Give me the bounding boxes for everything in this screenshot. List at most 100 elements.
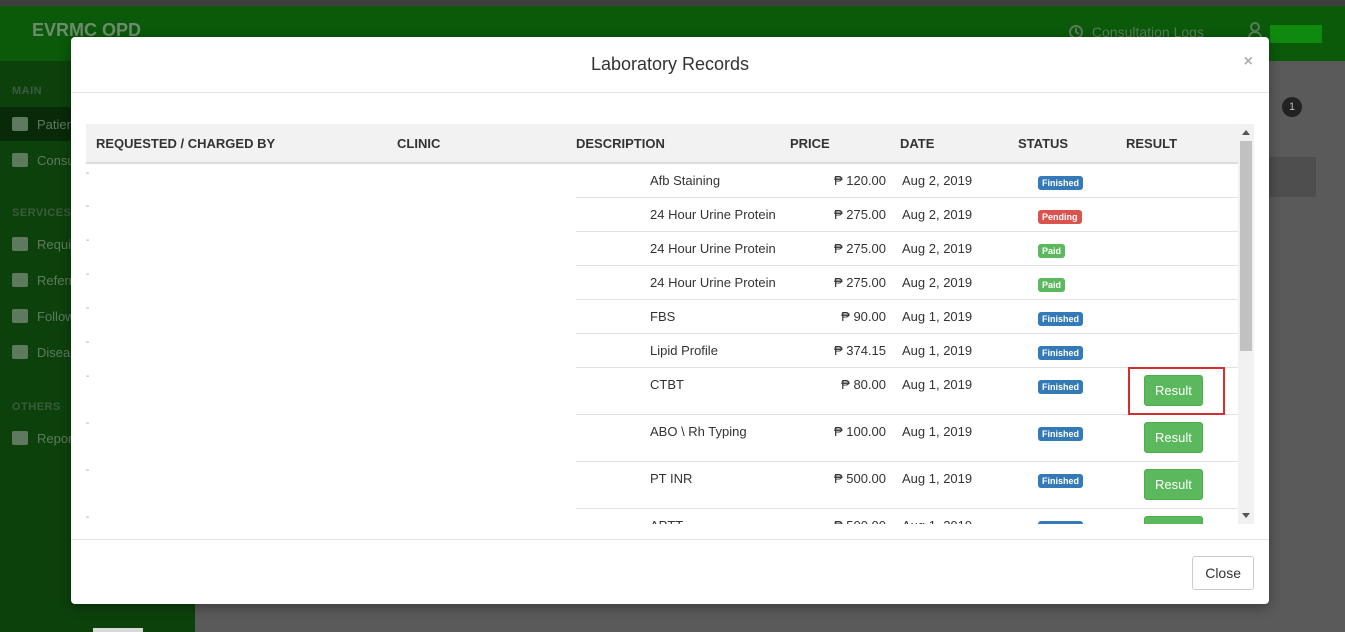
- lab-records-table-container[interactable]: REQUESTED / CHARGED BY CLINIC DESCRIPTIO…: [86, 124, 1254, 524]
- cell-date-text: Aug 2, 2019: [902, 274, 973, 290]
- cell-description: APTT: [576, 507, 790, 525]
- cell-price: ₱ 275.00: [790, 264, 900, 299]
- result-button[interactable]: Result: [1144, 515, 1203, 524]
- table-row: - 24 Hour Urine Protein ₱ 275.00 Aug 2, 201…: [86, 264, 1238, 299]
- table-row: - 24 Hour Urine Protein ₱ 275.00 Aug 2, 201…: [86, 230, 1238, 265]
- cell-description: FBS: [576, 298, 790, 333]
- cell-description: ABO \ Rh Typing: [576, 413, 790, 461]
- column-header-requested-by: REQUESTED / CHARGED BY: [86, 124, 387, 164]
- column-header-status: STATUS: [1018, 124, 1126, 164]
- cell-date: Aug 1, 2019: [900, 507, 1018, 525]
- scroll-down-arrow-icon[interactable]: [1242, 513, 1250, 518]
- cell-description-text: CTBT: [650, 376, 684, 392]
- cell-date-text: Aug 2, 2019: [902, 173, 973, 188]
- cell-requested-by: -: [86, 367, 387, 414]
- user-icon: [1248, 22, 1262, 39]
- modal-title: Laboratory Records: [590, 54, 750, 74]
- cell-clinic: [387, 197, 576, 231]
- users-icon: [12, 117, 28, 131]
- cell-description-text: ABO \ Rh Typing: [650, 423, 747, 439]
- cell-requested-by: -: [86, 414, 387, 461]
- user-name-redacted: [1269, 25, 1322, 44]
- cell-requested-by-text: -: [86, 465, 90, 476]
- cell-requested-by: -: [86, 197, 387, 231]
- cell-result: [1126, 298, 1238, 333]
- cell-description: 24 Hour Urine Protein: [576, 196, 790, 231]
- result-button[interactable]: Result: [1144, 468, 1203, 500]
- table-row: - Afb Staining ₱ 120.00 Aug 2, 2019 Finished: [86, 162, 1238, 197]
- cell-description-text: PT INR: [650, 470, 693, 486]
- cell-description: Afb Staining: [576, 162, 790, 197]
- cell-result: [1126, 196, 1238, 231]
- sidebar-heading-main: MAIN: [12, 85, 43, 97]
- status-badge: Finished: [1038, 345, 1084, 360]
- cell-date: Aug 1, 2019: [900, 366, 1018, 414]
- cell-clinic: [387, 333, 576, 367]
- table-row: - ABO \ Rh Typing ₱ 100.00 Aug 1, 2019 Finis…: [86, 413, 1238, 461]
- cell-result: [1126, 230, 1238, 265]
- cell-description-text: APTT: [576, 509, 790, 525]
- scroll-up-arrow-icon[interactable]: [1242, 130, 1250, 135]
- cell-clinic: [387, 414, 576, 461]
- footer-tab: [93, 628, 143, 632]
- cell-date-text: Aug 2, 2019: [902, 240, 973, 256]
- status-badge: Finished: [1038, 520, 1084, 524]
- table-row: - FBS ₱ 90.00 Aug 1, 2019 Finished: [86, 298, 1238, 333]
- cell-description: PT INR: [576, 460, 790, 508]
- cell-clinic: [387, 265, 576, 299]
- cell-requested-by-text: -: [86, 303, 90, 314]
- cell-description: 24 Hour Urine Protein: [576, 230, 790, 265]
- file-icon: [12, 431, 28, 445]
- cell-date-text: Aug 2, 2019: [902, 206, 973, 222]
- cell-date: Aug 2, 2019: [900, 264, 1018, 299]
- cell-requested-by: -: [86, 333, 387, 367]
- status-badge: Paid: [1038, 277, 1066, 292]
- modal-footer: Close: [71, 539, 1269, 604]
- status-badge: Finished: [1038, 379, 1084, 394]
- cell-date-text: Aug 1, 2019: [902, 308, 973, 324]
- table-scrollbar[interactable]: [1238, 124, 1254, 524]
- cell-requested-by-text: -: [86, 337, 90, 348]
- cell-status: Finished: [1018, 460, 1126, 508]
- scrollbar-thumb[interactable]: [1240, 141, 1252, 351]
- cell-requested-by-text: -: [86, 201, 90, 212]
- cell-description: 24 Hour Urine Protein: [576, 264, 790, 299]
- cell-date: Aug 1, 2019: [900, 413, 1018, 461]
- cell-description-text: FBS: [650, 308, 676, 324]
- cell-result: [1126, 264, 1238, 299]
- cell-date: Aug 1, 2019: [900, 460, 1018, 508]
- cell-requested-by-text: -: [86, 371, 90, 382]
- cell-status: Finished: [1018, 162, 1126, 197]
- cell-description: Lipid Profile: [576, 332, 790, 367]
- cell-price: ₱ 275.00: [790, 230, 900, 265]
- table-row: - Lipid Profile ₱ 374.15 Aug 1, 2019 Finishe…: [86, 332, 1238, 367]
- result-button[interactable]: Result: [1144, 421, 1203, 453]
- cell-requested-by-text: -: [86, 235, 90, 246]
- cell-date: Aug 2, 2019: [900, 196, 1018, 231]
- table-row: - 24 Hour Urine Protein ₱ 275.00 Aug 2, 201…: [86, 196, 1238, 231]
- laboratory-records-modal: Laboratory Records × REQUESTED / CHARGED…: [71, 37, 1269, 604]
- cell-result: Result: [1126, 460, 1238, 508]
- table-row: - APTT₱ 500.00Aug 1, 2019 Finished Result: [86, 507, 1238, 525]
- sidebar-heading-services: SERVICES: [12, 207, 72, 219]
- cell-requested-by-text: -: [86, 418, 90, 429]
- cell-requested-by-text: -: [86, 512, 90, 523]
- cell-status: Paid: [1018, 264, 1126, 299]
- cell-clinic: [387, 299, 576, 333]
- cell-status: Finished: [1018, 507, 1126, 524]
- column-header-result: RESULT: [1126, 124, 1238, 164]
- lab-records-table: REQUESTED / CHARGED BY CLINIC DESCRIPTIO…: [86, 124, 1238, 524]
- cell-price-text: ₱ 80.00: [841, 376, 886, 392]
- status-badge: Finished: [1038, 473, 1084, 488]
- cell-requested-by: -: [86, 231, 387, 265]
- cell-description-text: 24 Hour Urine Protein: [650, 206, 776, 222]
- cell-date-text: Aug 1, 2019: [902, 423, 973, 439]
- close-button[interactable]: Close: [1192, 556, 1254, 590]
- cell-date-text: Aug 1, 2019: [902, 376, 973, 392]
- sidebar-heading-others: OTHERS: [12, 401, 61, 413]
- cell-requested-by: -: [86, 461, 387, 508]
- column-header-description: DESCRIPTION: [576, 124, 790, 164]
- cell-requested-by: -: [86, 265, 387, 299]
- modal-close-x-button[interactable]: ×: [1244, 53, 1253, 71]
- cell-date-text: Aug 1, 2019: [900, 509, 1018, 525]
